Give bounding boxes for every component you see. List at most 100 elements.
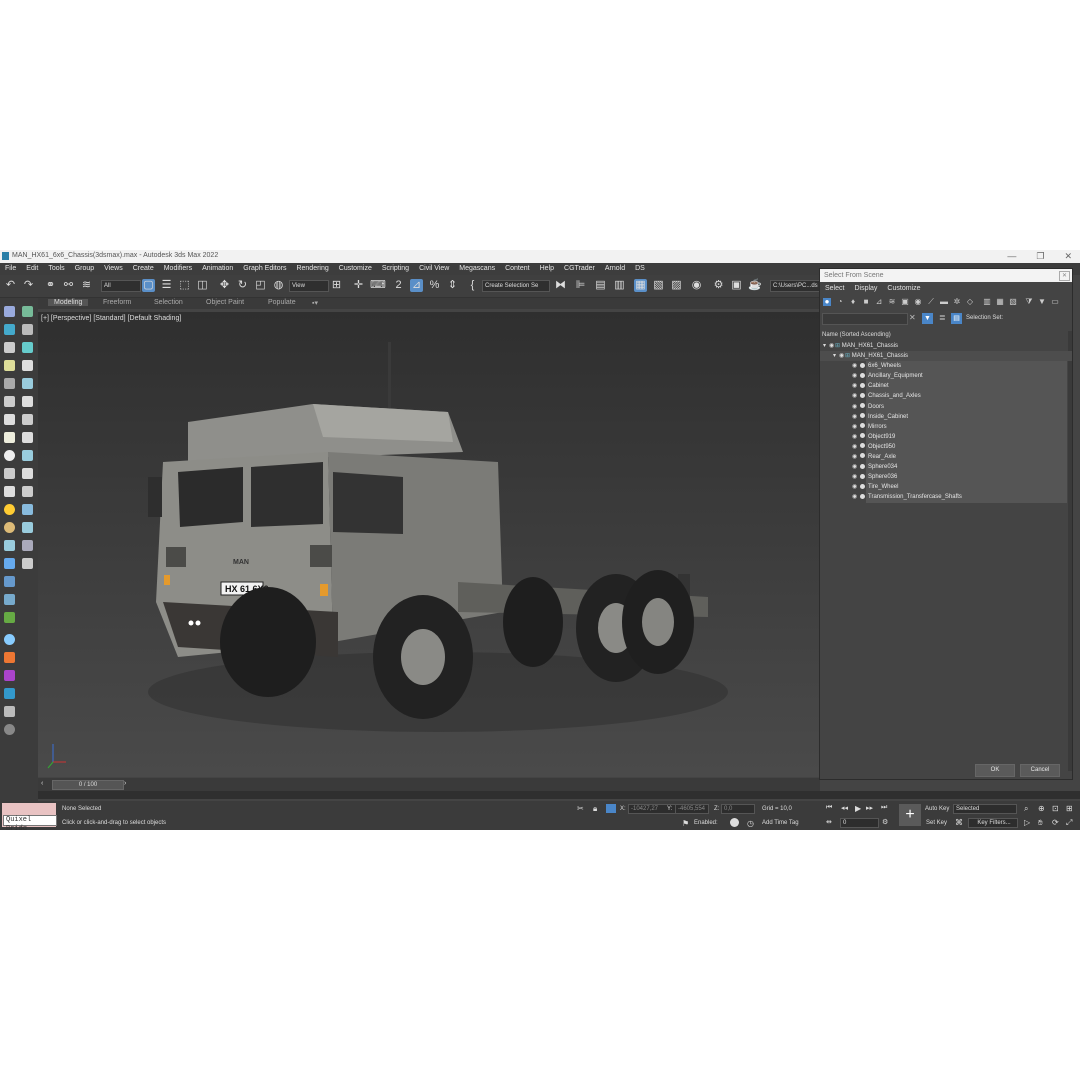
tree-row-item[interactable]: ◉ Rear_Axle xyxy=(820,452,1072,463)
image-icon[interactable] xyxy=(22,522,33,533)
box-icon[interactable] xyxy=(22,414,33,425)
display-cameras-icon[interactable]: ■ xyxy=(862,298,870,306)
adaptive-degradation-icon[interactable]: ⚑ xyxy=(682,819,689,828)
tab-selection[interactable]: Selection xyxy=(154,299,183,306)
eye-icon[interactable]: ◉ xyxy=(852,371,858,381)
plugin-icon[interactable] xyxy=(4,670,15,681)
bind-space-warp-icon[interactable]: ≋ xyxy=(80,279,93,292)
reference-coordinate-dropdown[interactable]: View xyxy=(289,280,329,292)
set-key-button[interactable]: + xyxy=(899,804,921,826)
menu-help[interactable]: Help xyxy=(535,263,559,275)
curve-editor-icon[interactable]: ▧ xyxy=(652,279,665,292)
selection-lock-icon[interactable]: 🔒︎ xyxy=(593,804,597,814)
maximize-icon[interactable]: ❐ xyxy=(1036,251,1044,262)
tree-row-item[interactable]: ◉ Inside_Cabinet xyxy=(820,411,1072,422)
spacewarps-icon[interactable] xyxy=(22,396,33,407)
scene-explorer-icon[interactable]: ▤ xyxy=(594,279,607,292)
motion-panel-icon[interactable] xyxy=(22,324,33,335)
eye-tool-icon[interactable] xyxy=(22,558,33,569)
clear-search-icon[interactable]: ✕ xyxy=(909,313,916,322)
perspective-viewport[interactable]: [+] [Perspective] [Standard] [Default Sh… xyxy=(38,312,820,777)
cancel-button[interactable]: Cancel xyxy=(1020,764,1060,777)
tab-populate[interactable]: Populate xyxy=(268,299,296,306)
menu-modifiers[interactable]: Modifiers xyxy=(159,263,197,275)
tab-freeform[interactable]: Freeform xyxy=(103,299,131,306)
geometry-icon[interactable] xyxy=(4,360,15,371)
foliage-icon[interactable] xyxy=(4,612,15,623)
absolute-mode-icon[interactable] xyxy=(606,804,616,813)
tree-row-item[interactable]: ◉ Sphere036 xyxy=(820,472,1072,483)
play-icon[interactable]: ▶ xyxy=(855,804,861,813)
next-frame-icon[interactable]: › xyxy=(124,780,126,787)
key-selection-dropdown[interactable]: Selected xyxy=(953,804,1017,814)
menu-civil-view[interactable]: Civil View xyxy=(414,263,454,275)
rendered-frame-window-icon[interactable]: ▣ xyxy=(730,279,743,292)
helpers-icon[interactable] xyxy=(4,396,15,407)
time-config-icon[interactable]: ⚙ xyxy=(882,818,888,826)
spinner-snap-icon[interactable]: ⇕ xyxy=(446,279,459,292)
schematic-view-icon[interactable]: ▨ xyxy=(670,279,683,292)
eye-icon[interactable]: ◉ xyxy=(852,361,858,371)
angle-snap-icon[interactable]: ⊿ xyxy=(410,279,423,292)
tree-row-root[interactable]: ▾ ◉⊞ MAN_HX61_Chassis xyxy=(820,341,1072,351)
auto-key-toggle[interactable]: Auto Key xyxy=(925,806,949,812)
quixel-bridge-panel[interactable]: Quixel Bridg xyxy=(2,803,57,830)
keyboard-shortcut-icon[interactable]: ⌨ xyxy=(370,279,386,292)
create-panel-icon[interactable] xyxy=(4,306,15,317)
menu-rendering[interactable]: Rendering xyxy=(291,263,333,275)
eye-icon[interactable]: ◉ xyxy=(852,462,858,472)
previous-frame-icon[interactable]: ◂◂ xyxy=(841,804,848,812)
display-frozen-icon[interactable]: ◇ xyxy=(966,298,974,306)
layers-icon[interactable]: ≣ xyxy=(939,313,946,322)
cameras-icon[interactable] xyxy=(22,378,33,389)
pyramid-icon[interactable] xyxy=(4,486,15,497)
display-helpers-icon[interactable]: ⊿ xyxy=(875,298,883,306)
tree-row-item[interactable]: ◉ 6x6_Wheels xyxy=(820,361,1072,372)
link-icon[interactable]: ⚭ xyxy=(44,279,57,292)
menu-scripting[interactable]: Scripting xyxy=(377,263,414,275)
menu-content[interactable]: Content xyxy=(500,263,535,275)
display-groups-icon[interactable]: ▣ xyxy=(901,298,909,306)
time-tag-icon[interactable]: ◷ xyxy=(747,819,754,828)
select-object-icon[interactable]: ▢ xyxy=(142,279,155,292)
display-all-icon[interactable]: ▥ xyxy=(983,298,991,306)
tree-row-item[interactable]: ◉ Object919 xyxy=(820,431,1072,442)
sphere-icon[interactable] xyxy=(4,432,15,443)
rectangle-selection-icon[interactable]: ⬚ xyxy=(178,279,191,292)
eye-icon[interactable]: ◉ xyxy=(852,391,858,401)
enabled-toggle[interactable] xyxy=(730,818,739,827)
display-lights-icon[interactable]: ♦ xyxy=(849,298,857,306)
dialog-search-field[interactable] xyxy=(822,313,908,325)
dialog-close-icon[interactable]: ✕ xyxy=(1059,271,1070,281)
window-crossing-icon[interactable]: ◫ xyxy=(196,279,209,292)
move-icon[interactable]: ✥ xyxy=(218,279,231,292)
track-bar[interactable] xyxy=(38,791,1080,799)
menu-cgtrader[interactable]: CGTrader xyxy=(559,263,600,275)
material-editor-icon[interactable]: ◉ xyxy=(690,279,703,292)
sun-light-icon[interactable] xyxy=(4,504,15,515)
display-bones-icon[interactable]: ⟋ xyxy=(927,298,935,306)
percent-snap-icon[interactable]: % xyxy=(428,279,441,292)
funnel-icon[interactable]: ▼ xyxy=(1038,298,1046,306)
display-panel-icon[interactable] xyxy=(4,342,15,353)
list-header[interactable]: Name (Sorted Ascending) xyxy=(820,330,1072,340)
render-setup-icon[interactable]: ⚙ xyxy=(712,279,725,292)
help-icon[interactable] xyxy=(4,724,15,735)
tree-row-item[interactable]: ◉ Sphere034 xyxy=(820,462,1072,473)
teapot-icon[interactable] xyxy=(22,450,33,461)
named-selection-dropdown[interactable]: Create Selection Se xyxy=(482,280,550,292)
add-time-tag[interactable]: Add Time Tag xyxy=(762,820,799,826)
tree-row-item[interactable]: ◉ Cabinet xyxy=(820,381,1072,392)
ok-button[interactable]: OK xyxy=(975,764,1015,777)
place-icon[interactable]: ◍ xyxy=(272,279,285,292)
zoom-extents-all-icon[interactable]: ⊞ xyxy=(1066,804,1073,813)
sky-icon[interactable] xyxy=(4,634,15,645)
systems-icon[interactable] xyxy=(4,414,15,425)
eye-icon[interactable]: ◉ xyxy=(852,432,858,442)
truck-model[interactable]: HX 61 6X6 MAN xyxy=(38,312,820,777)
key-filter-icon[interactable]: ⌘ xyxy=(955,818,963,827)
display-containers-icon[interactable]: ▬ xyxy=(940,298,948,306)
eye-icon[interactable]: ◉ xyxy=(852,482,858,492)
filter-icon[interactable]: ⧩ xyxy=(1025,298,1033,306)
render-frame-icon[interactable] xyxy=(22,504,33,515)
